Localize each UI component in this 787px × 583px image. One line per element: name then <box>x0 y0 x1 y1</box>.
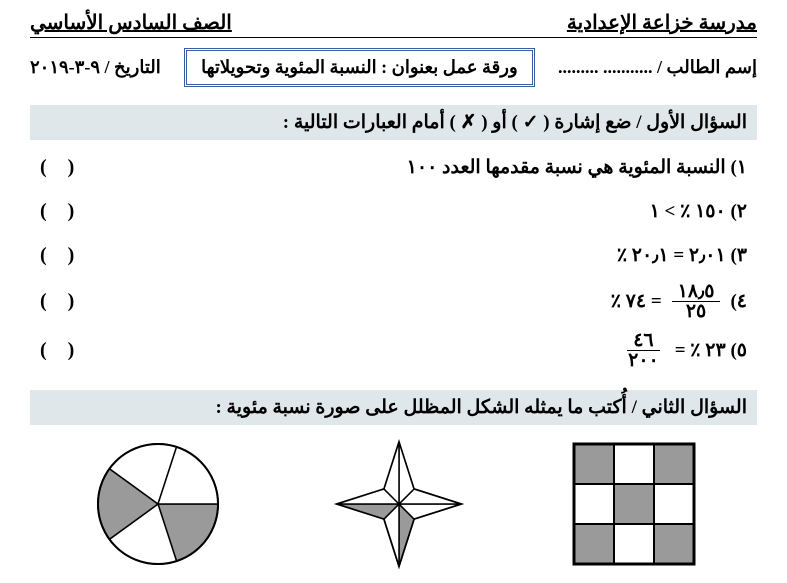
header-bar: مدرسة خزاعة الإعدادية الصف السادس الأساس… <box>30 10 757 38</box>
school-name: مدرسة خزاعة الإعدادية <box>567 10 757 35</box>
fraction: ١٨٫٥ ٢٥ <box>672 282 721 321</box>
q1-item-2: ٢) ١٥٠ ٪ > ١ ( ) <box>40 194 747 228</box>
student-name-field: إسم الطالب / ........... ......... <box>558 57 757 78</box>
answer-blank[interactable]: ( ) <box>40 339 82 362</box>
q1-item-4: ٤) ١٨٫٥ ٢٥ = ٧٤ ٪ ( ) <box>40 282 747 321</box>
q1-item-5-text: ٥) ٢٣ ٪ = ٤٦ ٢٠٠ <box>618 331 747 370</box>
question-1-items: ١) النسبة المئوية هي نسبة مقدمها العدد ١… <box>30 150 757 390</box>
answer-blank[interactable]: ( ) <box>40 244 82 267</box>
q1-item-1-text: ١) النسبة المئوية هي نسبة مقدمها العدد ١… <box>407 156 747 179</box>
shape-star-4pt <box>324 439 474 569</box>
info-row: إسم الطالب / ........... ......... ورقة … <box>30 48 757 87</box>
fraction: ٤٦ ٢٠٠ <box>622 331 665 370</box>
question-1-heading: السؤال الأول / ضع إشارة ( ✓ ) أو ( ✗ ) أ… <box>30 105 757 140</box>
shapes-row <box>30 439 757 569</box>
answer-blank[interactable]: ( ) <box>40 156 82 179</box>
fraction-denominator: ٢٥ <box>680 302 712 321</box>
q1-item-4-pre: ٤) <box>730 290 747 313</box>
q1-item-4-post: = ٧٤ ٪ <box>611 290 662 313</box>
fraction-denominator: ٢٠٠ <box>622 351 665 370</box>
q1-item-3-text: ٣) ٢٫٠١ = ٢٠٫١ ٪ <box>617 244 747 267</box>
fraction-numerator: ٤٦ <box>627 331 659 351</box>
question-2-heading: السؤال الثاني / أُكتب ما يمثله الشكل الم… <box>30 390 757 425</box>
date-field: التاريخ / ٩-٣-٢٠١٩ <box>30 57 161 78</box>
grade-level: الصف السادس الأساسي <box>30 10 232 35</box>
answer-blank[interactable]: ( ) <box>40 200 82 223</box>
worksheet-title-box: ورقة عمل بعنوان : النسبة المئوية وتحويلا… <box>184 48 535 87</box>
q1-item-5-pre: ٥) ٢٣ ٪ = <box>675 339 747 362</box>
q1-item-1: ١) النسبة المئوية هي نسبة مقدمها العدد ١… <box>40 150 747 184</box>
q1-item-5: ٥) ٢٣ ٪ = ٤٦ ٢٠٠ ( ) <box>40 331 747 370</box>
q1-item-3: ٣) ٢٫٠١ = ٢٠٫١ ٪ ( ) <box>40 238 747 272</box>
q1-item-4-text: ٤) ١٨٫٥ ٢٥ = ٧٤ ٪ <box>611 282 747 321</box>
q1-item-2-text: ٢) ١٥٠ ٪ > ١ <box>650 200 747 223</box>
fraction-numerator: ١٨٫٥ <box>672 282 721 302</box>
shape-pie-5 <box>88 439 228 569</box>
answer-blank[interactable]: ( ) <box>40 290 82 313</box>
shape-grid-3x3 <box>569 439 699 569</box>
